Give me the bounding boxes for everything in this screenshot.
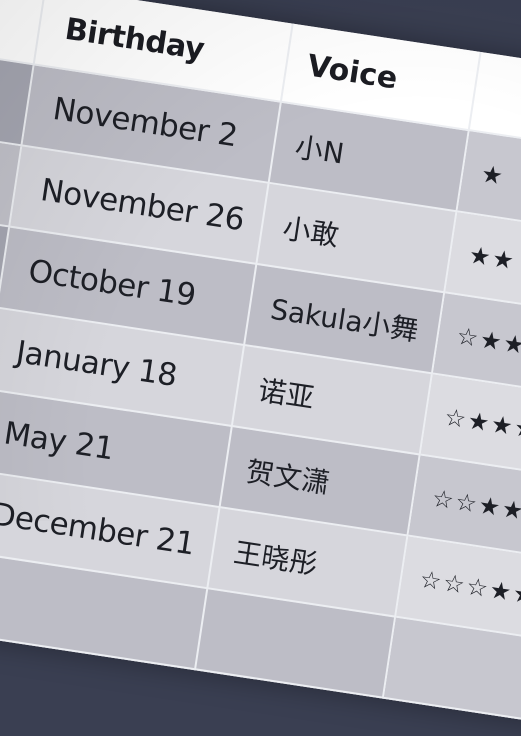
character-table: Birthday Voice November 2 小N ★ November … xyxy=(0,0,521,736)
rarity-stars xyxy=(383,617,521,736)
